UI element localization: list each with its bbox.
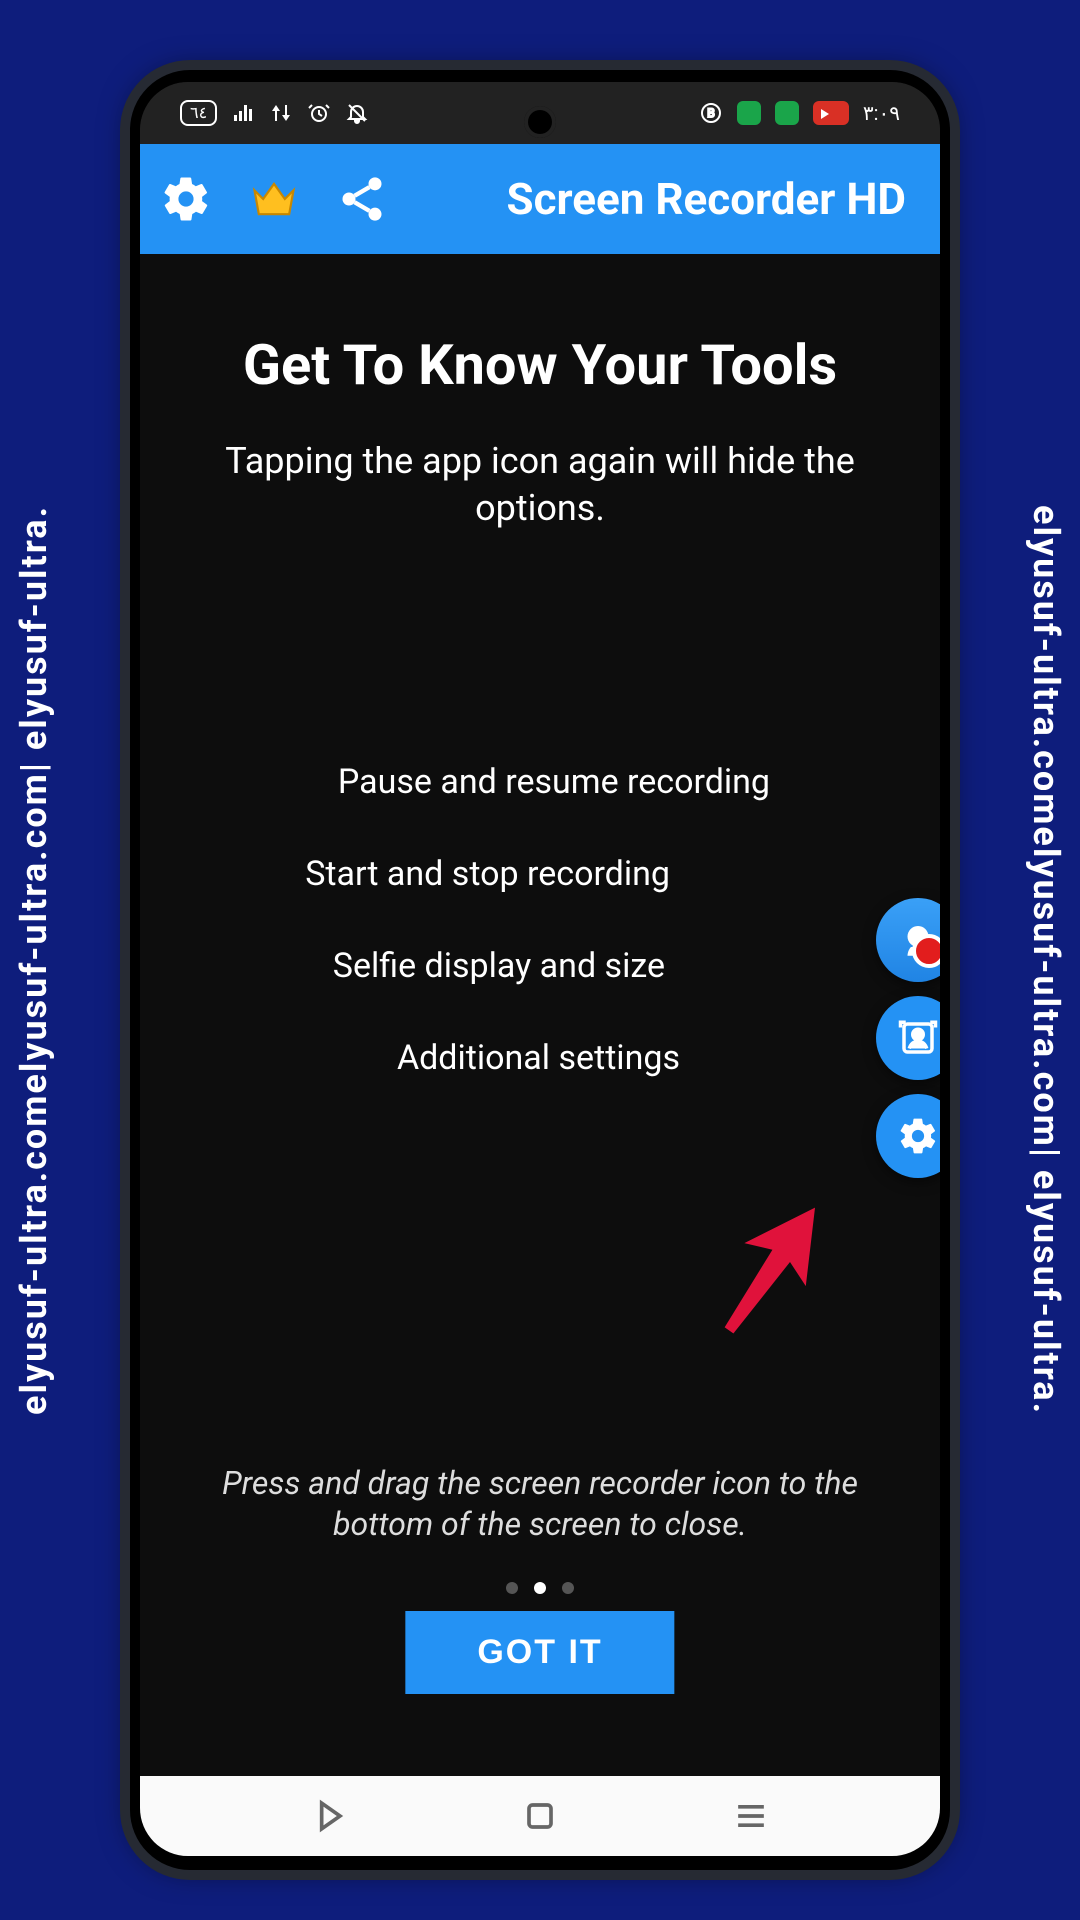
settings-bubble[interactable]: [876, 1094, 940, 1178]
mute-icon: [345, 101, 369, 125]
watermark-right: elyusuf-ultra.comelyusuf-ultra.com| elyu…: [1016, 0, 1076, 1920]
phone-frame: ٦٤ B ٣:: [130, 70, 950, 1870]
page-dot: [506, 1582, 518, 1594]
record-app-bubble[interactable]: [876, 898, 940, 982]
camera-notch: [524, 106, 556, 138]
label-additional-settings: Additional settings: [180, 1038, 900, 1078]
app-badge-icon: B: [699, 101, 723, 125]
got-it-button[interactable]: GOT IT: [405, 1611, 674, 1694]
nav-back-icon[interactable]: [307, 1794, 351, 1838]
selfie-bubble[interactable]: [876, 996, 940, 1080]
shield-icon-2: [775, 101, 799, 125]
tutorial-tip: Press and drag the screen recorder icon …: [140, 1463, 940, 1546]
nav-home-icon[interactable]: [518, 1794, 562, 1838]
status-bar-right: B ٣:٠٩: [699, 101, 900, 125]
tutorial-subtitle: Tapping the app icon again will hide the…: [180, 438, 900, 532]
tool-labels: Pause and resume recording Start and sto…: [180, 762, 900, 1078]
share-icon[interactable]: [336, 173, 388, 225]
youtube-icon: [813, 101, 849, 125]
signal-icon: [231, 101, 255, 125]
battery-icon: ٦٤: [180, 100, 217, 126]
data-icon: [269, 101, 293, 125]
app-title: Screen Recorder HD: [424, 173, 920, 225]
status-bar-left: ٦٤: [180, 100, 369, 126]
crown-icon[interactable]: [248, 173, 300, 225]
app-bar: Screen Recorder HD: [140, 144, 940, 254]
tutorial-overlay: Get To Know Your Tools Tapping the app i…: [140, 254, 940, 1776]
watermark-left: elyusuf-ultra.comelyusuf-ultra.com| elyu…: [4, 0, 64, 1920]
phone-screen: ٦٤ B ٣:: [140, 82, 940, 1856]
label-pause-resume: Pause and resume recording: [180, 762, 900, 802]
shield-icon-1: [737, 101, 761, 125]
floating-controls: [876, 898, 940, 1178]
label-selfie: Selfie display and size: [180, 946, 900, 986]
alarm-icon: [307, 101, 331, 125]
svg-text:B: B: [707, 106, 714, 120]
nav-recents-icon[interactable]: [729, 1794, 773, 1838]
page-dot: [562, 1582, 574, 1594]
page-dots: [506, 1582, 574, 1594]
label-start-stop: Start and stop recording: [180, 854, 900, 894]
status-clock: ٣:٠٩: [863, 101, 900, 125]
page-dot-active: [534, 1582, 546, 1594]
tutorial-title: Get To Know Your Tools: [180, 332, 900, 398]
settings-icon[interactable]: [160, 173, 212, 225]
navigation-bar: [140, 1776, 940, 1856]
